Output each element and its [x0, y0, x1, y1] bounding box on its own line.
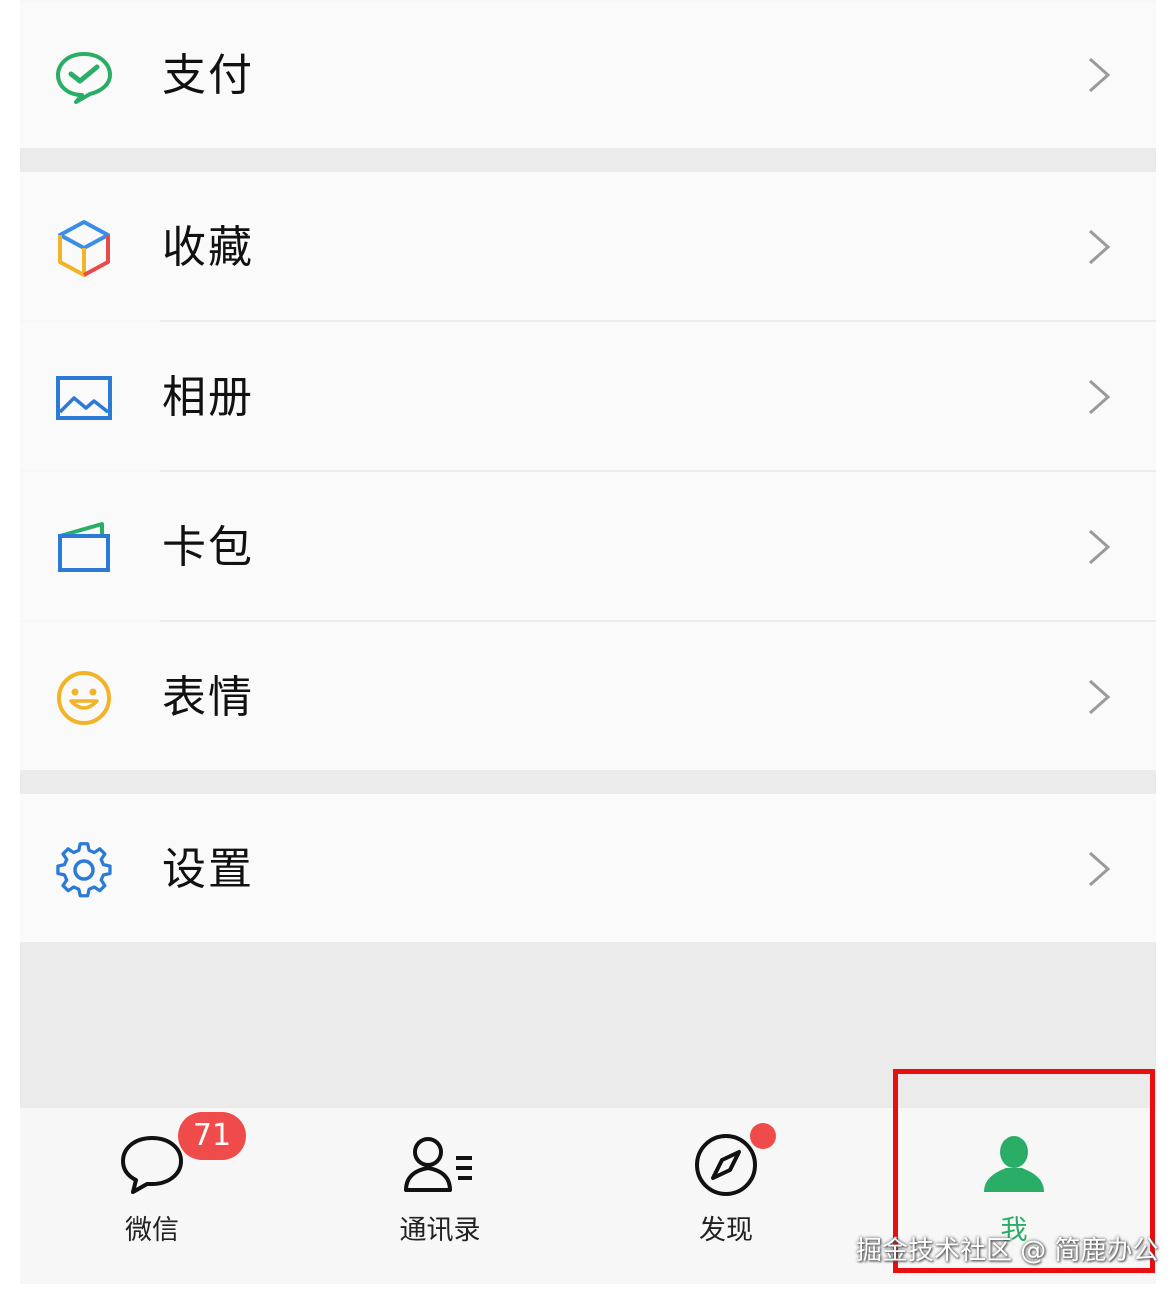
new-content-dot	[750, 1123, 776, 1149]
menu-item-settings[interactable]: 设置	[20, 794, 1156, 942]
chevron-right-icon	[1089, 529, 1111, 565]
section-gap	[20, 770, 1156, 794]
menu-item-album[interactable]: 相册	[20, 322, 1156, 470]
unread-badge: 71	[178, 1112, 246, 1160]
menu-label-cards: 卡包	[162, 522, 254, 573]
tab-label-contacts: 通讯录	[399, 1215, 481, 1246]
picture-icon	[56, 376, 112, 420]
menu-label-album: 相册	[162, 372, 254, 423]
chevron-right-icon	[1089, 57, 1111, 93]
menu-label-settings: 设置	[162, 844, 254, 895]
gear-icon	[56, 842, 112, 898]
smiley-icon	[57, 671, 111, 725]
tab-chats[interactable]: 微信 71	[52, 1108, 252, 1284]
tab-label-discover: 发现	[699, 1215, 753, 1246]
wallet-icon	[58, 522, 110, 572]
menu-label-pay: 支付	[162, 50, 254, 101]
compass-icon	[695, 1134, 757, 1196]
contacts-icon	[404, 1137, 472, 1192]
menu-item-pay[interactable]: 支付	[20, 2, 1156, 148]
chevron-right-icon	[1089, 379, 1111, 415]
tab-discover[interactable]: 发现	[626, 1108, 826, 1284]
menu-label-favorites: 收藏	[162, 222, 254, 273]
section-gap	[20, 148, 1156, 172]
menu-label-stickers: 表情	[162, 672, 254, 723]
chevron-right-icon	[1089, 851, 1111, 887]
menu-item-favorites[interactable]: 收藏	[20, 172, 1156, 320]
menu-item-stickers[interactable]: 表情	[20, 622, 1156, 770]
chevron-right-icon	[1089, 229, 1111, 265]
tab-label-chats: 微信	[125, 1215, 179, 1246]
watermark: 掘金技术社区 @ 简鹿办公	[856, 1236, 1159, 1266]
chevron-right-icon	[1089, 679, 1111, 715]
chat-bubble-icon	[121, 1136, 183, 1194]
cube-icon	[58, 220, 110, 277]
tab-contacts[interactable]: 通讯录	[340, 1108, 540, 1284]
menu-item-cards[interactable]: 卡包	[20, 472, 1156, 620]
wechat-pay-icon	[56, 52, 112, 104]
